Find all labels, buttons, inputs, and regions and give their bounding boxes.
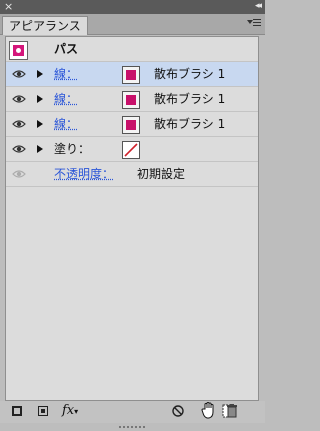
- stroke-label[interactable]: 線：: [54, 62, 78, 87]
- path-thumbnail: [9, 41, 28, 60]
- stroke-row[interactable]: 線： 散布ブラシ 1: [6, 62, 258, 87]
- tab-appearance[interactable]: アピアランス: [2, 16, 88, 35]
- eye-icon[interactable]: [12, 119, 26, 129]
- expand-triangle-icon[interactable]: [37, 120, 43, 128]
- hand-cursor-icon: [200, 401, 220, 421]
- appearance-list: パス 線： 散布ブラシ 1 線： 散布ブラシ 1 線： 散布ブラシ 1 塗り： …: [5, 36, 259, 401]
- panel-title-strip: × ◂◂: [0, 0, 265, 14]
- brush-value: 散布ブラシ 1: [154, 117, 226, 131]
- bottom-toolbar: fx▾: [0, 401, 265, 423]
- clear-appearance-icon[interactable]: [172, 405, 184, 417]
- trash-icon[interactable]: [226, 404, 238, 418]
- add-new-effect-button[interactable]: fx▾: [62, 403, 78, 419]
- object-type-title: パス: [54, 42, 79, 56]
- fill-label[interactable]: 塗り：: [54, 137, 90, 162]
- expand-triangle-icon[interactable]: [37, 95, 43, 103]
- panel-menu-icon[interactable]: [247, 17, 261, 29]
- stroke-color-swatch[interactable]: [122, 66, 140, 84]
- eye-icon[interactable]: [12, 94, 26, 104]
- stroke-row[interactable]: 線： 散布ブラシ 1: [6, 112, 258, 137]
- fill-row[interactable]: 塗り：: [6, 137, 258, 162]
- eye-icon: [12, 169, 26, 179]
- stroke-row[interactable]: 線： 散布ブラシ 1: [6, 87, 258, 112]
- expand-triangle-icon[interactable]: [37, 70, 43, 78]
- opacity-row[interactable]: 不透明度： 初期設定: [6, 162, 258, 187]
- eye-icon[interactable]: [12, 144, 26, 154]
- stroke-label[interactable]: 線：: [54, 87, 78, 112]
- opacity-label[interactable]: 不透明度：: [54, 162, 114, 187]
- eye-icon[interactable]: [12, 69, 26, 79]
- add-new-fill-icon[interactable]: [38, 406, 48, 416]
- add-new-stroke-icon[interactable]: [12, 406, 22, 416]
- stroke-color-swatch[interactable]: [122, 116, 140, 134]
- header-row: パス: [6, 37, 258, 62]
- brush-value: 散布ブラシ 1: [154, 67, 226, 81]
- stroke-label[interactable]: 線：: [54, 112, 78, 137]
- fill-none-swatch[interactable]: [122, 141, 140, 159]
- panel-tab-row: アピアランス: [0, 14, 265, 35]
- opacity-value: 初期設定: [137, 167, 186, 181]
- expand-triangle-icon[interactable]: [37, 145, 43, 153]
- resize-grip[interactable]: [0, 423, 265, 431]
- brush-value: 散布ブラシ 1: [154, 92, 226, 106]
- stroke-color-swatch[interactable]: [122, 91, 140, 109]
- collapse-icon[interactable]: ◂◂: [255, 0, 262, 13]
- close-icon[interactable]: ×: [4, 0, 13, 13]
